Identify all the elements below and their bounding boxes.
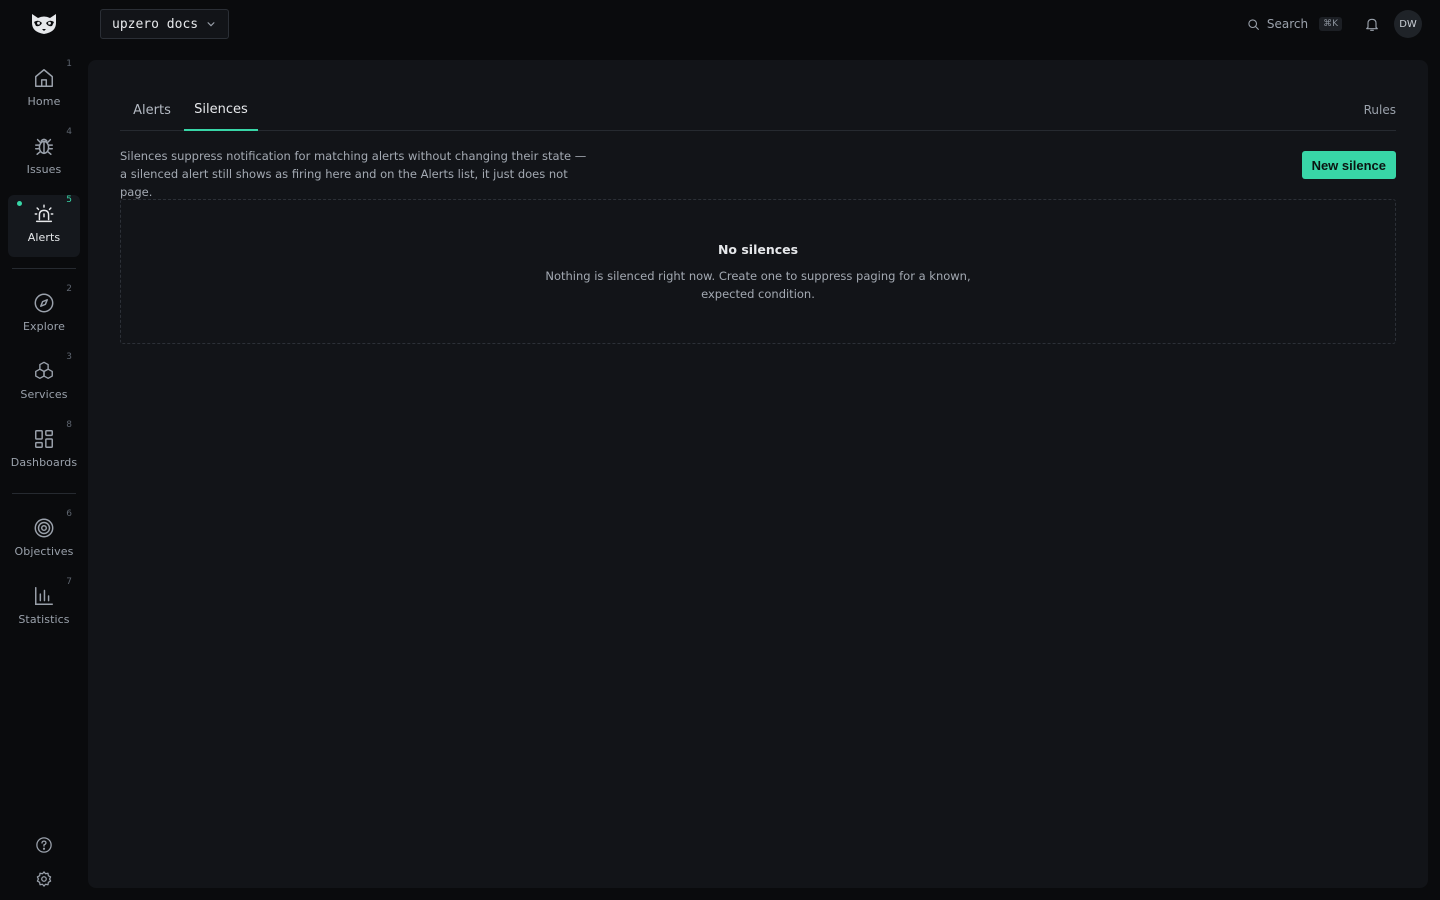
- sidebar-item-services[interactable]: Services 3: [8, 352, 80, 414]
- sidebar-item-label: Objectives: [14, 545, 74, 558]
- sidebar-item-objectives[interactable]: Objectives 6: [8, 509, 80, 571]
- sidebar-item-shortcut: 2: [66, 284, 72, 294]
- sidebar-divider: [12, 493, 76, 494]
- sidebar-item-dashboards[interactable]: Dashboards 8: [8, 420, 80, 482]
- empty-state-title: No silences: [717, 242, 799, 257]
- empty-state: No silences Nothing is silenced right no…: [120, 199, 1396, 344]
- target-icon: [31, 515, 57, 541]
- tab-silences[interactable]: Silences: [184, 96, 258, 131]
- raccoon-logo-icon: [32, 14, 56, 34]
- active-indicator-dot: [17, 201, 22, 206]
- bell-icon: [1366, 18, 1378, 31]
- avatar[interactable]: DW: [1394, 10, 1422, 38]
- search-icon: [1247, 18, 1260, 31]
- app-logo[interactable]: [28, 10, 60, 38]
- chevron-down-icon: [206, 19, 216, 29]
- search-label: Search: [1266, 17, 1309, 31]
- empty-state-text: Nothing is silenced right now. Create on…: [545, 269, 971, 301]
- gear-icon: [36, 871, 52, 887]
- workspace-switcher[interactable]: upzero docs: [100, 9, 230, 39]
- sidebar-item-statistics[interactable]: Statistics 7: [8, 577, 80, 639]
- main-panel: Alerts Silences Rules Silences suppress …: [88, 60, 1428, 888]
- rules-link[interactable]: Rules: [1364, 103, 1396, 117]
- sidebar-item-label: Alerts: [27, 231, 61, 244]
- sidebar-item-shortcut: 5: [66, 195, 72, 205]
- tab-bar: Alerts Silences Rules: [120, 96, 1396, 131]
- sidebar-item-label: Services: [20, 388, 68, 401]
- sidebar-item-issues[interactable]: Issues 4: [8, 127, 80, 189]
- sidebar-item-home[interactable]: Home 1: [8, 59, 80, 121]
- header-actions: Search ⌘K DW: [1247, 10, 1422, 38]
- sidebar-item-shortcut: 6: [66, 509, 72, 519]
- sidebar-item-alerts[interactable]: Alerts 5: [8, 195, 80, 257]
- silences-description: Silences suppress notification for match…: [120, 149, 587, 199]
- bar-chart-icon: [31, 583, 57, 609]
- home-icon: [31, 65, 57, 91]
- sidebar-item-label: Statistics: [18, 613, 70, 626]
- grid-icon: [31, 426, 57, 452]
- settings-button[interactable]: [34, 869, 54, 889]
- bug-icon: [31, 133, 57, 159]
- new-silence-button[interactable]: New silence: [1301, 151, 1396, 179]
- sidebar-item-label: Home: [27, 95, 61, 108]
- search-button[interactable]: Search ⌘K: [1247, 17, 1342, 31]
- siren-icon: [31, 201, 57, 227]
- sidebar-item-label: Issues: [26, 163, 62, 176]
- sidebar-item-label: Dashboards: [10, 456, 78, 469]
- sidebar-item-label: Explore: [23, 320, 65, 333]
- sidebar-item-shortcut: 3: [66, 352, 72, 362]
- search-shortcut: ⌘K: [1319, 17, 1342, 31]
- notifications-button[interactable]: [1364, 16, 1380, 32]
- compass-icon: [31, 290, 57, 316]
- tab-alerts[interactable]: Alerts: [120, 96, 184, 131]
- sidebar-item-shortcut: 4: [66, 127, 72, 137]
- sidebar-divider: [12, 268, 76, 269]
- sidebar-item-shortcut: 7: [66, 577, 72, 587]
- sidebar-item-explore[interactable]: Explore 2: [8, 284, 80, 346]
- boxes-icon: [31, 358, 57, 384]
- sidebar: Home 1 Issues 4 Alerts 5 Explore 2 Servi…: [0, 0, 88, 900]
- help-button[interactable]: [34, 835, 54, 855]
- workspace-name: upzero docs: [112, 16, 199, 32]
- sidebar-item-shortcut: 8: [66, 420, 72, 430]
- help-circle-icon: [36, 837, 52, 853]
- sidebar-item-shortcut: 1: [66, 59, 72, 69]
